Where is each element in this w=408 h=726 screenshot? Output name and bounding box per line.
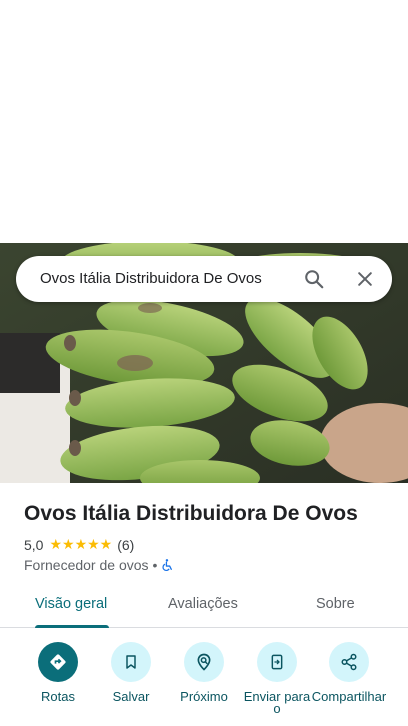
tab-bar: Visão geral Avaliações Sobre bbox=[0, 584, 408, 628]
tab-reviews[interactable]: Avaliações bbox=[168, 596, 238, 612]
action-bar: Rotas Salvar Próximo Enviar para o Compa… bbox=[0, 640, 408, 726]
search-icon[interactable] bbox=[300, 265, 328, 293]
active-tab-indicator bbox=[35, 625, 109, 628]
nearby-icon bbox=[184, 642, 224, 682]
directions-label: Rotas bbox=[41, 689, 75, 704]
place-title: Ovos Itália Distribuidora De Ovos bbox=[24, 502, 358, 525]
wheelchair-accessible-icon[interactable] bbox=[161, 558, 174, 572]
save-button[interactable]: Salvar bbox=[93, 640, 169, 703]
share-label: Compartilhar bbox=[311, 689, 387, 704]
search-input[interactable]: Ovos Itália Distribuidora De Ovos bbox=[40, 270, 262, 287]
tab-overview[interactable]: Visão geral bbox=[35, 596, 107, 612]
category-row: Fornecedor de ovos • bbox=[24, 557, 174, 573]
send-to-phone-icon bbox=[257, 642, 297, 682]
share-button[interactable]: Compartilhar bbox=[311, 640, 387, 703]
place-details-page: Ovos Itália Distribuidora De Ovos Ovos I… bbox=[0, 0, 408, 726]
place-category: Fornecedor de ovos bbox=[24, 557, 149, 573]
rating-stars: ★★★★★ bbox=[49, 536, 113, 552]
rating-row[interactable]: 5,0 ★★★★★ (6) bbox=[24, 536, 134, 553]
send-to-phone-label: Enviar para o bbox=[243, 689, 311, 716]
nearby-label: Próximo bbox=[180, 689, 228, 704]
directions-icon bbox=[38, 642, 78, 682]
close-icon[interactable] bbox=[351, 265, 379, 293]
bookmark-icon bbox=[111, 642, 151, 682]
save-label: Salvar bbox=[112, 689, 150, 704]
rating-value: 5,0 bbox=[24, 536, 44, 553]
nearby-button[interactable]: Próximo bbox=[166, 640, 242, 703]
separator-dot: • bbox=[152, 557, 158, 573]
review-count[interactable]: (6) bbox=[117, 537, 134, 553]
tab-about[interactable]: Sobre bbox=[316, 596, 355, 612]
directions-button[interactable]: Rotas bbox=[20, 640, 96, 703]
search-bar[interactable]: Ovos Itália Distribuidora De Ovos bbox=[16, 256, 392, 302]
send-to-phone-button[interactable]: Enviar para o bbox=[239, 640, 315, 715]
share-icon bbox=[329, 642, 369, 682]
